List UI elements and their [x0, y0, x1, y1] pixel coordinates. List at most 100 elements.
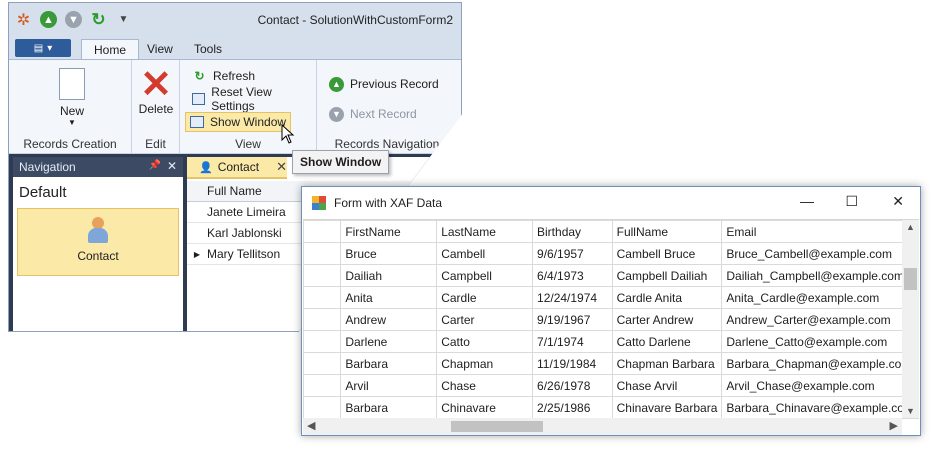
table-row[interactable]: Barbara Chinavare 2/25/1986 Chinavare Barba… — [302, 396, 919, 419]
refresh-icon: ↻ — [194, 69, 205, 83]
grid-cell[interactable]: Arvil — [340, 374, 438, 397]
grid-cell[interactable]: Barbara_Chinavare@example.com — [721, 396, 919, 419]
customize-toolbar-icon[interactable]: ▼ — [115, 11, 132, 28]
grid-cell[interactable]: Cambell — [436, 242, 534, 265]
grid-cell[interactable]: Dailiah — [340, 264, 438, 287]
column-header[interactable]: FullName — [611, 220, 723, 243]
pin-icon[interactable]: 📌 — [149, 160, 161, 171]
grid-cell[interactable]: Arvil_Chase@example.com — [721, 374, 919, 397]
scroll-down-icon[interactable]: ▼ — [902, 406, 919, 416]
grid-cell[interactable]: Cardle — [436, 286, 534, 309]
scroll-up-icon[interactable]: ▲ — [902, 222, 919, 232]
grid-cell[interactable]: 12/24/1974 — [532, 286, 613, 309]
grid-cell[interactable]: 9/6/1957 — [532, 242, 613, 265]
tab-tools[interactable]: Tools — [182, 39, 234, 59]
maximize-button[interactable]: ☐ — [845, 193, 858, 210]
column-header[interactable]: Birthday — [532, 220, 613, 243]
previous-record-button[interactable]: ▲ Previous Record — [325, 74, 443, 94]
grid-cell[interactable]: 11/19/1984 — [532, 352, 613, 375]
row-header-cell[interactable] — [302, 396, 342, 419]
grid-cell[interactable]: Chase — [436, 374, 534, 397]
grid-cell[interactable]: Chinavare Barbara — [611, 396, 723, 419]
gear-icon[interactable]: ✲ — [15, 11, 32, 29]
tab-home[interactable]: Home — [81, 39, 140, 59]
refresh-icon[interactable]: ↻ — [90, 10, 107, 29]
grid-cell[interactable]: Cardle Anita — [611, 286, 723, 309]
grid-cell[interactable]: Campbell — [436, 264, 534, 287]
grid-cell[interactable]: Andrew_Carter@example.com — [721, 308, 919, 331]
grid-cell[interactable]: Carter Andrew — [611, 308, 723, 331]
grid-cell[interactable]: Carter — [436, 308, 534, 331]
row-header-cell[interactable] — [302, 308, 342, 331]
title-bar: ✲ ▲ ▼ ↻ ▼ Contact - SolutionWithCustomFo… — [9, 3, 461, 37]
close-button[interactable]: ✕ — [892, 193, 904, 210]
grid-cell[interactable]: Darlene_Catto@example.com — [721, 330, 919, 353]
application-menu-button[interactable]: ▤ ▾ — [15, 39, 71, 57]
grid-cell[interactable]: Chapman Barbara — [611, 352, 723, 375]
grid-cell[interactable]: Darlene — [340, 330, 438, 353]
grid-cell[interactable]: Barbara — [340, 352, 438, 375]
grid-cell[interactable]: Catto — [436, 330, 534, 353]
table-row[interactable]: Arvil Chase 6/26/1978 Chase Arvil Arvil_Chas… — [302, 374, 919, 397]
column-header[interactable]: LastName — [436, 220, 534, 243]
arrow-down-icon[interactable]: ▼ — [65, 11, 82, 28]
reset-view-settings-button[interactable]: Reset View Settings — [188, 85, 316, 113]
row-header-cell[interactable] — [302, 330, 342, 353]
document-tab-contact[interactable]: 👤 Contact ✕ — [187, 157, 287, 179]
grid-cell[interactable]: 7/1/1974 — [532, 330, 613, 353]
grid-cell[interactable]: Bruce — [340, 242, 438, 265]
scroll-thumb[interactable] — [451, 421, 543, 432]
vertical-scrollbar[interactable]: ▲ ▼ — [902, 220, 919, 418]
arrow-up-icon[interactable]: ▲ — [40, 11, 57, 28]
grid-cell[interactable]: Barbara_Chapman@example.com — [721, 352, 919, 375]
navigation-item-contact[interactable]: Contact — [17, 208, 179, 276]
grid-cell[interactable]: 6/26/1978 — [532, 374, 613, 397]
next-record-button[interactable]: ▼ Next Record — [325, 104, 421, 124]
cell-full-name: Karl Jablonski — [207, 226, 282, 240]
scroll-thumb[interactable] — [904, 268, 917, 290]
close-icon[interactable]: ✕ — [167, 159, 177, 173]
grid-cell[interactable]: Dailiah_Campbell@example.com — [721, 264, 919, 287]
contact-icon: 👤 — [199, 161, 213, 174]
table-row[interactable]: Bruce Cambell 9/6/1957 Cambell Bruce Bruce_C… — [302, 242, 919, 265]
row-header-cell[interactable] — [302, 242, 342, 265]
refresh-button[interactable]: ↻ Refresh — [188, 66, 259, 86]
horizontal-scrollbar[interactable]: ◀ ▶ — [303, 418, 902, 435]
grid-cell[interactable]: Barbara — [340, 396, 438, 419]
table-row[interactable]: Andrew Carter 9/19/1967 Carter Andrew Andrew… — [302, 308, 919, 331]
scroll-left-icon[interactable]: ◀ — [307, 419, 315, 432]
group-edit: ✕ Delete Edit — [132, 60, 180, 154]
new-button[interactable]: New ▼ — [47, 68, 97, 127]
grid-cell[interactable]: Andrew — [340, 308, 438, 331]
close-icon[interactable]: ✕ — [276, 159, 287, 175]
row-header-cell[interactable] — [302, 286, 342, 309]
grid-cell[interactable]: Chase Arvil — [611, 374, 723, 397]
grid-cell[interactable]: Campbell Dailiah — [611, 264, 723, 287]
table-row[interactable]: Anita Cardle 12/24/1974 Cardle Anita Anita_C… — [302, 286, 919, 309]
grid-cell[interactable]: Chinavare — [436, 396, 534, 419]
grid-cell[interactable]: Cambell Bruce — [611, 242, 723, 265]
grid-cell[interactable]: 2/25/1986 — [532, 396, 613, 419]
minimize-button[interactable]: — — [800, 193, 814, 209]
column-header-full-name[interactable]: Full Name — [207, 184, 262, 198]
grid-cell[interactable]: Chapman — [436, 352, 534, 375]
show-window-button[interactable]: Show Window — [185, 112, 292, 132]
table-row[interactable]: Darlene Catto 7/1/1974 Catto Darlene Darlene… — [302, 330, 919, 353]
delete-button[interactable]: ✕ Delete — [134, 66, 178, 116]
window-title: Contact - SolutionWithCustomForm2 — [257, 13, 453, 27]
table-row[interactable]: Dailiah Campbell 6/4/1973 Campbell Dailiah D… — [302, 264, 919, 287]
tab-view[interactable]: View — [135, 39, 185, 59]
grid-cell[interactable]: Catto Darlene — [611, 330, 723, 353]
grid-cell[interactable]: Bruce_Cambell@example.com — [721, 242, 919, 265]
row-header-cell[interactable] — [302, 352, 342, 375]
grid-cell[interactable]: 6/4/1973 — [532, 264, 613, 287]
column-header[interactable]: FirstName — [340, 220, 438, 243]
row-header-cell[interactable] — [302, 374, 342, 397]
grid-cell[interactable]: Anita — [340, 286, 438, 309]
row-header-cell[interactable] — [302, 264, 342, 287]
scroll-right-icon[interactable]: ▶ — [890, 419, 898, 432]
grid-cell[interactable]: Anita_Cardle@example.com — [721, 286, 919, 309]
grid-cell[interactable]: 9/19/1967 — [532, 308, 613, 331]
table-row[interactable]: Barbara Chapman 11/19/1984 Chapman Barbara B… — [302, 352, 919, 375]
column-header[interactable]: Email — [721, 220, 919, 243]
